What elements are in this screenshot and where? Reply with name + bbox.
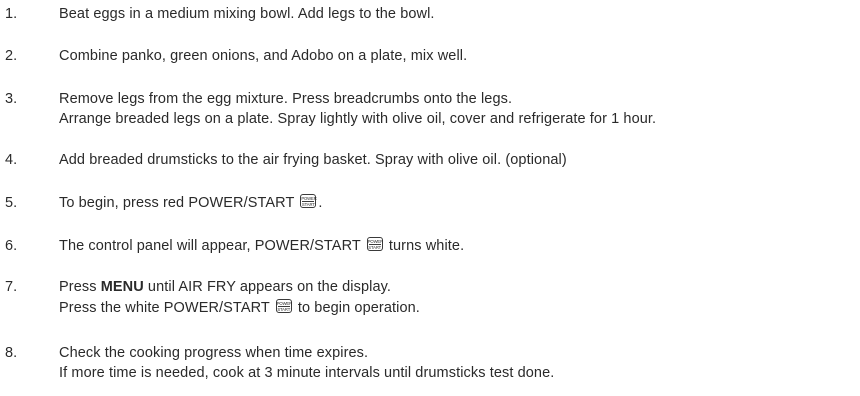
step-number: 4. [5,152,18,168]
step-text: Combine panko, green onions, and Adobo o… [59,46,467,66]
instruction-steps: 1. Beat eggs in a medium mixing bowl. Ad… [0,0,860,396]
step-number: 5. [5,195,18,211]
step-text-prefix: Press [59,279,101,295]
step-line: Beat eggs in a medium mixing bowl. Add l… [59,6,435,22]
start-label: START [368,244,382,250]
step-text-after: . [318,195,323,211]
step-text: The control panel will appear, POWER/STA… [59,236,464,256]
step-number: 6. [5,238,18,254]
step-line: If more time is needed, cook at 3 minute… [59,365,555,381]
power-start-button-icon: POWER START [300,194,317,208]
step-text-after: turns white. [388,238,465,254]
step-text-after: to begin operation. [297,300,420,316]
step-text-suffix: until AIR FRY appears on the display. [143,279,392,295]
start-label: START [277,306,291,312]
step-text: To begin, press red POWER/START POWER STA… [59,193,322,213]
step-number: 7. [5,279,18,295]
step-line: Check the cooking progress when time exp… [59,345,369,361]
step-line: Remove legs from the egg mixture. Press … [59,91,513,107]
step-text: Remove legs from the egg mixture. Press … [59,89,656,129]
step-line: Combine panko, green onions, and Adobo o… [59,48,468,64]
step-text: Press MENU until AIR FRY appears on the … [59,277,420,318]
step-text-before: To begin, press red POWER/START [59,195,295,211]
step-number: 1. [5,6,18,22]
menu-keyword: MENU [100,279,144,295]
start-label: START [301,201,315,207]
step-text: Beat eggs in a medium mixing bowl. Add l… [59,4,435,24]
step-number: 2. [5,48,18,64]
step-line: Press the white POWER/START POWER START t… [59,298,420,318]
step-text-before: Press the white POWER/START [59,300,270,316]
step-line: Add breaded drumsticks to the air frying… [59,152,567,168]
step-line: Arrange breaded legs on a plate. Spray l… [59,111,657,127]
step-line: To begin, press red POWER/START POWER STA… [59,193,322,213]
step-number: 8. [5,345,18,361]
step-text-before: The control panel will appear, POWER/STA… [59,238,361,254]
power-start-button-icon: POWER START [275,299,292,313]
power-start-button-icon: POWER START [366,237,383,251]
step-text: Check the cooking progress when time exp… [59,343,554,383]
step-number: 3. [5,91,18,107]
step-line: Press MENU until AIR FRY appears on the … [59,277,420,297]
step-line: The control panel will appear, POWER/STA… [59,236,464,256]
step-text: Add breaded drumsticks to the air frying… [59,150,567,170]
